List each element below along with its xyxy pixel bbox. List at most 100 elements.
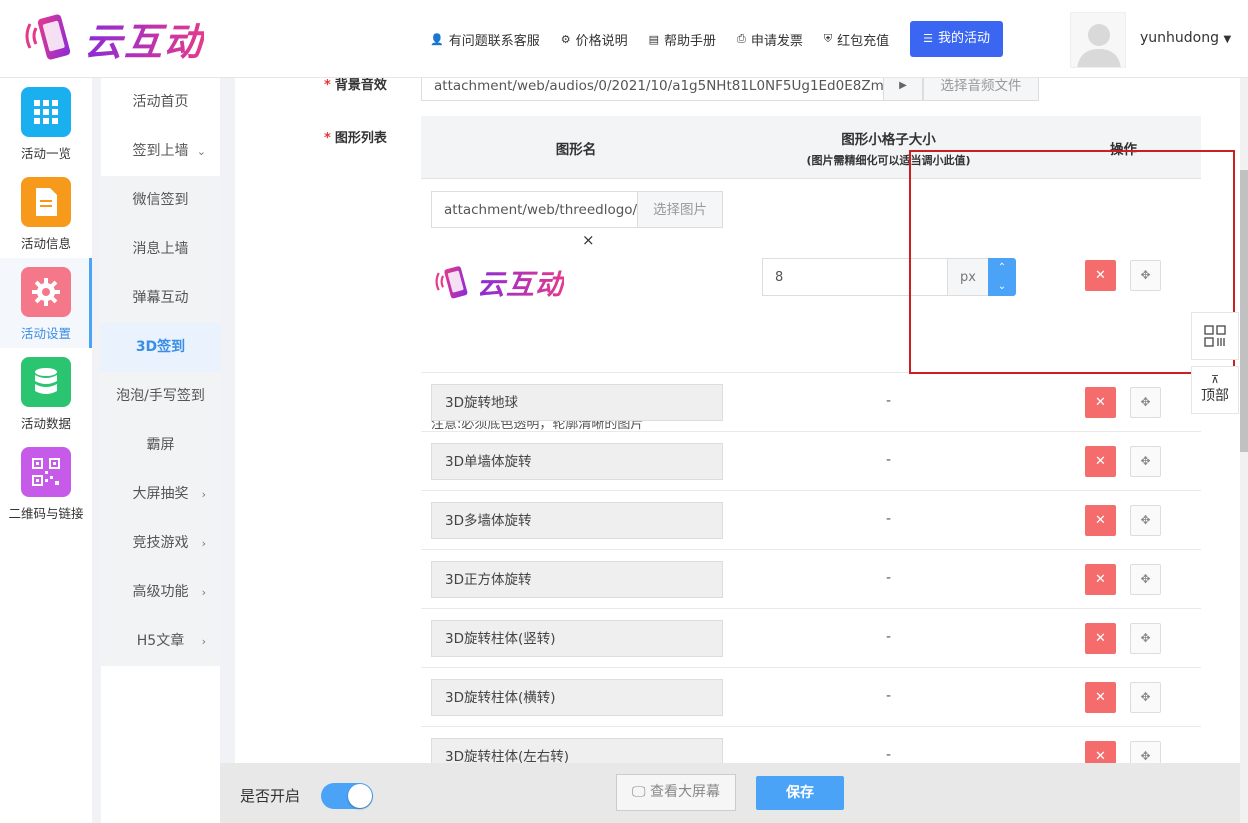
size-placeholder: - xyxy=(886,452,892,468)
size-placeholder: - xyxy=(886,570,892,586)
enable-toggle[interactable] xyxy=(321,783,373,809)
nav-pricing[interactable]: ⚙ 价格说明 xyxy=(561,30,628,49)
sub-nav-item-message-wall[interactable]: 消息上墙 xyxy=(101,225,220,274)
database-icon xyxy=(21,357,71,407)
select-image-button[interactable]: 选择图片 xyxy=(637,191,723,228)
sub-nav-item-activity-home[interactable]: 活动首页 xyxy=(101,78,220,127)
rail-item-activity-overview[interactable]: 活动一览 xyxy=(0,78,92,168)
enable-label: 是否开启 xyxy=(240,787,301,805)
rail-item-activity-info[interactable]: 活动信息 xyxy=(0,168,92,258)
nav-invoice[interactable]: ⎙ 申请发票 xyxy=(737,30,803,49)
table-row: 3D旋转地球 - ✕ ✥ xyxy=(421,372,1201,431)
nav-my-activities-button[interactable]: ☰ 我的活动 xyxy=(910,21,1004,57)
save-button[interactable]: 保存 xyxy=(756,776,844,810)
user-avatar-icon xyxy=(1077,24,1121,67)
shield-icon: ⛨ xyxy=(823,32,833,45)
nav-help-manual[interactable]: ▤ 帮助手册 xyxy=(649,30,716,49)
preview-logo-text: 云互动 xyxy=(477,263,564,303)
grid-icon xyxy=(21,87,71,137)
delete-button[interactable]: ✕ xyxy=(1085,446,1116,477)
scrollbar-thumb[interactable] xyxy=(1240,170,1248,452)
drag-handle[interactable]: ✥ xyxy=(1130,446,1161,477)
sub-nav-item-checkin-wall[interactable]: 签到上墙 ⌄ xyxy=(101,127,220,176)
sub-nav-item-advanced[interactable]: 高级功能 › xyxy=(101,568,220,617)
image-preview: 云互动 xyxy=(433,263,564,303)
monitor-icon: 🖵 xyxy=(632,784,646,800)
size-placeholder: - xyxy=(886,629,892,645)
size-placeholder: - xyxy=(886,511,892,527)
close-icon: ✕ xyxy=(1095,749,1106,764)
sub-nav-item-danmaku[interactable]: 弹幕互动 xyxy=(101,274,220,323)
sub-nav-item-screen-takeover[interactable]: 霸屏 xyxy=(101,421,220,470)
phone-logo-icon xyxy=(25,14,71,60)
user-plus-icon: 👤 xyxy=(430,32,444,46)
shape-list-label: * 图形列表 xyxy=(324,131,387,146)
sub-nav-item-wechat-checkin[interactable]: 微信签到 xyxy=(101,176,220,225)
delete-button[interactable]: ✕ xyxy=(1085,505,1116,536)
table-row: 3D旋转柱体(竖转) - ✕ ✥ xyxy=(421,608,1201,667)
drag-handle[interactable]: ✥ xyxy=(1130,564,1161,595)
sub-nav-item-games[interactable]: 竞技游戏 › xyxy=(101,519,220,568)
move-icon: ✥ xyxy=(1140,454,1151,468)
move-icon: ✥ xyxy=(1140,513,1151,527)
nav-contact-support[interactable]: 👤 有问题联系客服 xyxy=(430,30,540,49)
view-big-screen-button[interactable]: 🖵 查看大屏幕 xyxy=(616,774,736,811)
highlight-annotation xyxy=(909,150,1235,374)
close-icon: ✕ xyxy=(1095,513,1106,528)
drag-handle[interactable]: ✥ xyxy=(1130,623,1161,654)
table-row: 3D单墙体旋转 - ✕ ✥ xyxy=(421,431,1201,490)
table-row: 3D正方体旋转 - ✕ ✥ xyxy=(421,549,1201,608)
rail-item-qrcode-links[interactable]: 二维码与链接 xyxy=(0,438,92,528)
main-content: * 背景音效 attachment/web/audios/0/2021/10/a1… xyxy=(235,70,1240,823)
chevron-down-icon: ⌄ xyxy=(196,145,206,158)
nav-redpacket-recharge[interactable]: ⛨ 红包充值 xyxy=(824,30,889,49)
sub-nav-item-bubble-handwrite[interactable]: 泡泡/手写签到 xyxy=(101,372,220,421)
table-row: 3D旋转柱体(横转) - ✕ ✥ xyxy=(421,667,1201,726)
delete-button[interactable]: ✕ xyxy=(1085,623,1116,654)
shape-name-field: 3D旋转柱体(竖转) xyxy=(431,620,723,657)
avatar[interactable] xyxy=(1070,12,1126,68)
sub-nav-item-lottery[interactable]: 大屏抽奖 › xyxy=(101,470,220,519)
move-icon: ✥ xyxy=(1140,749,1151,763)
chevron-right-icon: › xyxy=(201,635,206,648)
shape-name-field: 3D旋转地球 xyxy=(431,384,723,421)
left-rail: 活动一览 活动信息 活动设置 活动数据 二维码与链接 xyxy=(0,78,92,823)
footer-bar: 是否开启 🖵 查看大屏幕 保存 xyxy=(220,763,1240,823)
delete-button[interactable]: ✕ xyxy=(1085,387,1116,418)
size-placeholder: - xyxy=(886,688,892,704)
close-icon: ✕ xyxy=(1095,631,1106,646)
brand-name: 云互动 xyxy=(84,11,204,66)
toggle-knob xyxy=(348,784,372,808)
close-icon[interactable]: × xyxy=(582,231,595,249)
document-icon xyxy=(21,177,71,227)
qrcode-float-button[interactable] xyxy=(1191,312,1239,360)
caret-down-icon: ▼ xyxy=(1223,34,1232,45)
sub-nav: 活动首页 签到上墙 ⌄ 微信签到 消息上墙 弹幕互动 3D签到 泡泡/手写签到 霸… xyxy=(101,78,220,823)
username-dropdown[interactable]: yunhudong ▼ xyxy=(1140,30,1231,46)
book-icon: ▤ xyxy=(648,32,660,46)
chevron-right-icon: › xyxy=(201,488,206,501)
close-icon: ✕ xyxy=(1095,454,1106,469)
rail-item-activity-settings[interactable]: 活动设置 xyxy=(0,258,92,348)
delete-button[interactable]: ✕ xyxy=(1085,682,1116,713)
shape-name-field: 3D旋转柱体(横转) xyxy=(431,679,723,716)
drag-handle[interactable]: ✥ xyxy=(1130,505,1161,536)
sub-nav-item-3d-checkin[interactable]: 3D签到 xyxy=(101,323,220,372)
close-icon: ✕ xyxy=(1095,395,1106,410)
drag-handle[interactable]: ✥ xyxy=(1130,682,1161,713)
move-icon: ✥ xyxy=(1140,395,1151,409)
size-placeholder: - xyxy=(886,747,892,763)
back-to-top-button[interactable]: ⊼ 顶部 xyxy=(1191,366,1239,414)
rail-item-activity-data[interactable]: 活动数据 xyxy=(0,348,92,438)
delete-button[interactable]: ✕ xyxy=(1085,564,1116,595)
gear-icon xyxy=(21,267,71,317)
sub-nav-item-h5-article[interactable]: H5文章 › xyxy=(101,617,220,666)
drag-handle[interactable]: ✥ xyxy=(1130,387,1161,418)
brand-logo[interactable]: 云互动 xyxy=(22,10,204,66)
image-path-input[interactable]: attachment/web/threedlogo/ xyxy=(431,191,638,228)
close-icon: ✕ xyxy=(1095,572,1106,587)
scrollbar[interactable] xyxy=(1240,78,1248,823)
move-icon: ✥ xyxy=(1140,690,1151,704)
move-icon: ✥ xyxy=(1140,631,1151,645)
qrcode-icon xyxy=(21,447,71,497)
